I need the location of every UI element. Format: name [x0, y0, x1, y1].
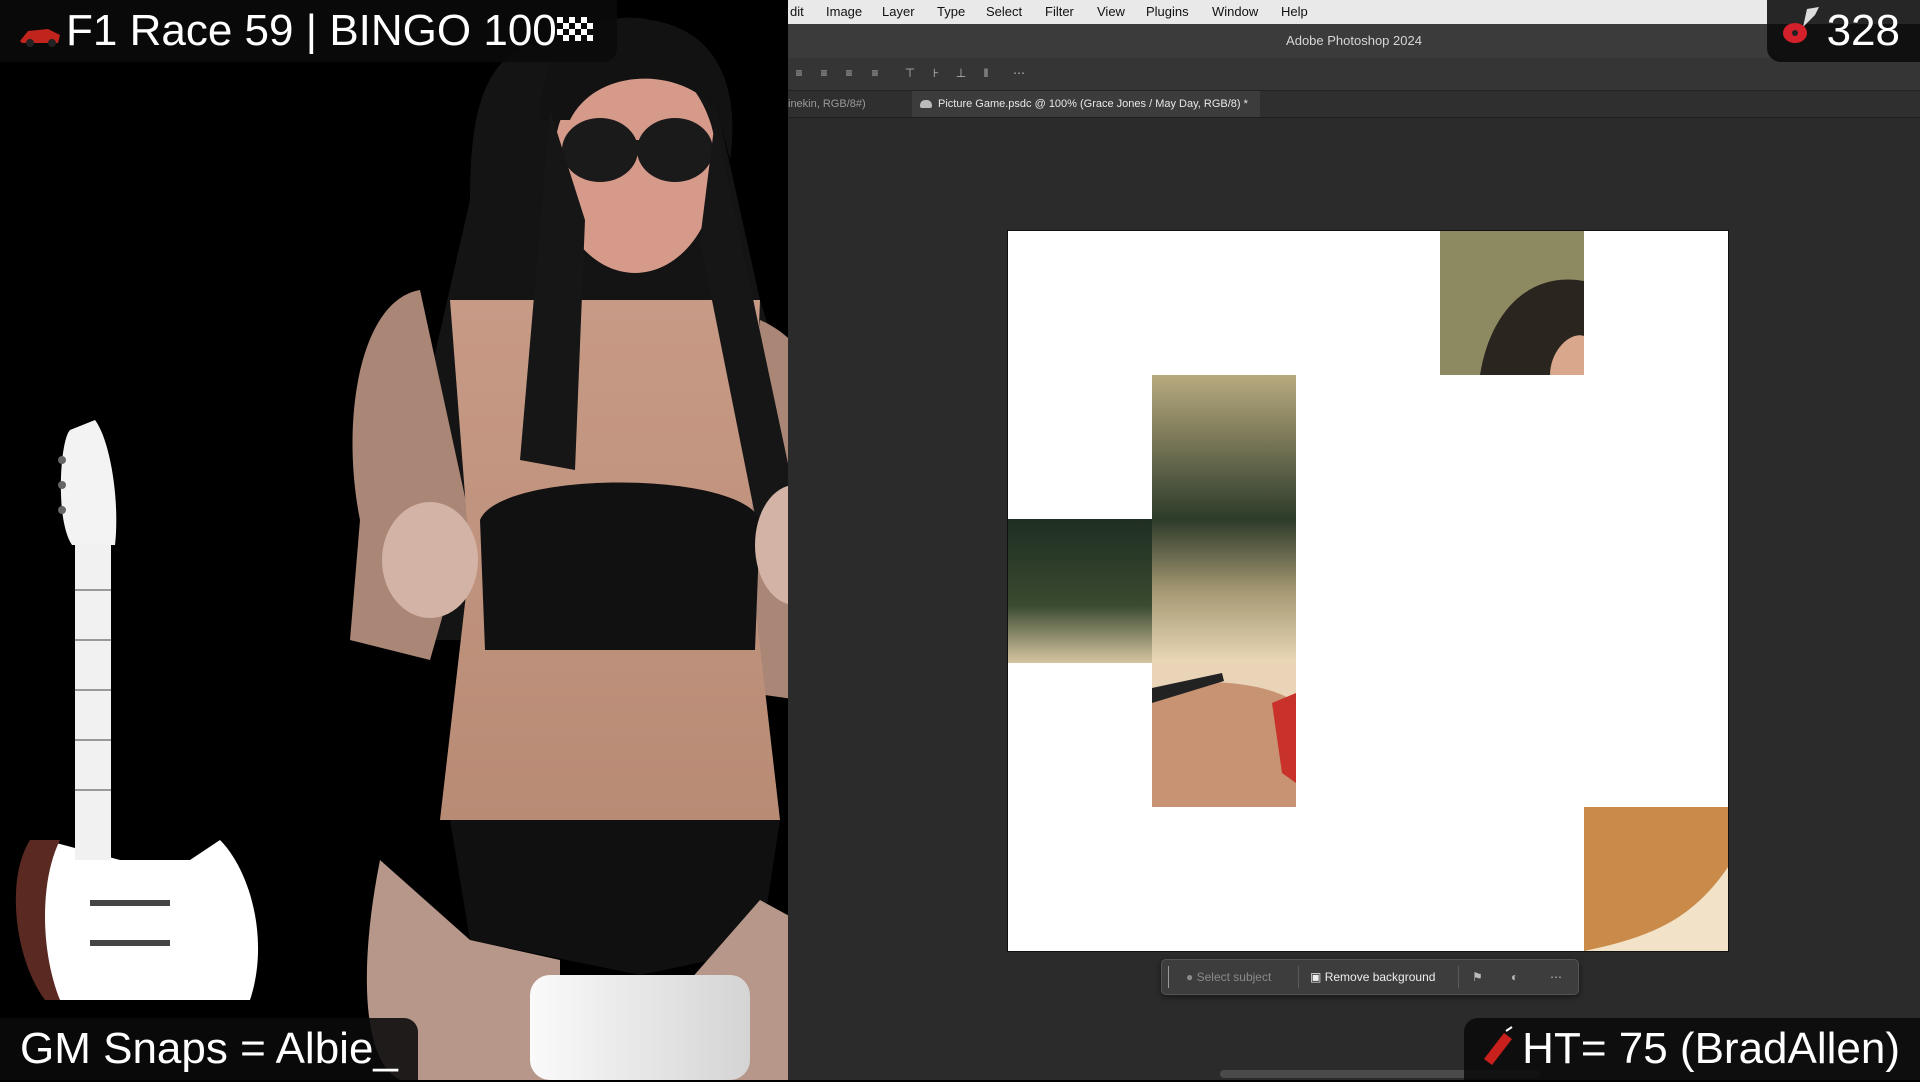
puzzle-tile-bg-top [1152, 375, 1296, 519]
race-title-text: F1 Race 59 | BINGO 100 [66, 6, 557, 55]
remove-background-label: Remove background [1324, 970, 1436, 984]
puzzle-tile-shoulder [1152, 663, 1296, 807]
tab-active-document[interactable]: Picture Game.psdc @ 100% (Grace Jones / … [912, 91, 1260, 117]
guitar-icon [1781, 2, 1823, 64]
puzzle-tile-bg-left [1008, 519, 1152, 663]
document-canvas[interactable] [1007, 230, 1729, 952]
distribute-vertical-icon[interactable]: ‖ [979, 66, 993, 80]
menu-view[interactable]: View [1097, 4, 1125, 19]
gm-snaps-text: GM Snaps = Albie_ [20, 1024, 398, 1073]
select-subject-button[interactable]: ● Select subject [1186, 960, 1271, 994]
menu-type[interactable]: Type [937, 4, 965, 19]
firework-icon [1478, 1020, 1518, 1082]
menu-image[interactable]: Image [826, 4, 862, 19]
mask-icon[interactable]: ◐ [1511, 960, 1518, 994]
align-left-icon[interactable]: ≡ [792, 66, 806, 80]
align-top-icon[interactable]: ⊤ [903, 66, 917, 80]
image-icon: ▣ [1310, 970, 1322, 984]
high-total-overlay: HT= 75 (BradAllen) [1464, 1018, 1920, 1080]
more-icon[interactable]: ⋯ [1550, 960, 1562, 994]
align-center-icon[interactable]: ≡ [817, 66, 831, 80]
more-options-icon[interactable]: ⋯ [1012, 66, 1026, 80]
align-right-icon[interactable]: ≡ [842, 66, 856, 80]
gm-snaps-overlay: GM Snaps = Albie_ [0, 1018, 418, 1080]
puzzle-tile-hair [1440, 231, 1584, 375]
checkered-flag-icon [556, 2, 593, 64]
menu-help[interactable]: Help [1281, 4, 1308, 19]
puzzle-tile-bg-center [1152, 519, 1296, 663]
cloud-doc-icon [920, 100, 932, 109]
app-title-bar: Adobe Photoshop 2024 [788, 24, 1920, 59]
photoshop-window: dit Image Layer Type Select Filter View … [788, 0, 1920, 1080]
options-bar: ≡ ≡ ≡ ≡ ⊤ ⊦ ⊥ ‖ ⋯ [788, 58, 1920, 91]
puzzle-tile-arm [1584, 807, 1728, 951]
tab-inactive-document[interactable]: inekin, RGB/8#) [788, 91, 866, 117]
menu-select[interactable]: Select [986, 4, 1022, 19]
menu-plugins[interactable]: Plugins [1146, 4, 1189, 19]
align-middle-icon[interactable]: ⊦ [929, 66, 943, 80]
distribute-icon[interactable]: ≡ [868, 66, 882, 80]
counter-overlay: 328 [1766, 0, 1920, 64]
webcam-feed [0, 0, 880, 1080]
high-total-text: HT= 75 (BradAllen) [1522, 1024, 1900, 1073]
counter-value: 328 [1826, 6, 1900, 55]
menu-edit[interactable]: dit [790, 4, 804, 19]
app-title: Adobe Photoshop 2024 [1286, 33, 1422, 48]
select-subject-label: Select subject [1196, 970, 1272, 984]
align-bottom-icon[interactable]: ⊥ [954, 66, 968, 80]
guitar-image [15, 420, 259, 1000]
menu-layer[interactable]: Layer [882, 4, 915, 19]
menu-bar: dit Image Layer Type Select Filter View … [788, 0, 1920, 24]
person-icon: ● [1186, 970, 1194, 984]
tab-active-label: Picture Game.psdc @ 100% (Grace Jones / … [938, 98, 1248, 110]
streamer-image [15, 17, 880, 1080]
contextual-task-bar: ● Select subject ▣ Remove background ⚑ ◐… [1161, 959, 1579, 995]
flag-icon[interactable]: ⚑ [1472, 960, 1483, 994]
menu-window[interactable]: Window [1212, 4, 1258, 19]
menu-filter[interactable]: Filter [1045, 4, 1074, 19]
document-tabs: inekin, RGB/8#) Picture Game.psdc @ 100%… [788, 91, 1920, 118]
race-car-icon [18, 2, 62, 64]
race-title-overlay: F1 Race 59 | BINGO 100 [0, 0, 617, 62]
remove-background-button[interactable]: ▣ Remove background [1310, 960, 1435, 994]
workspace: ● Select subject ▣ Remove background ⚑ ◐… [788, 118, 1920, 1080]
